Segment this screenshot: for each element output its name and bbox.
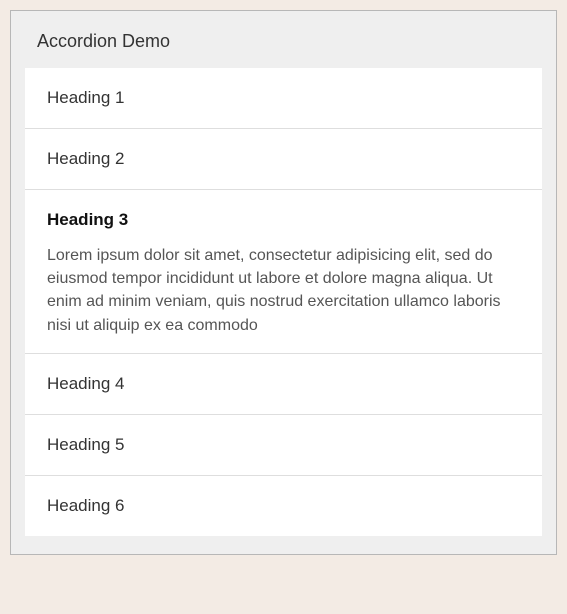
accordion: Heading 1 Heading 2 Heading 3 Lorem ipsu… — [25, 68, 542, 536]
accordion-item-2: Heading 2 — [25, 128, 542, 189]
demo-panel: Accordion Demo Heading 1 Heading 2 Headi… — [10, 10, 557, 555]
accordion-item-5: Heading 5 — [25, 414, 542, 475]
accordion-content-3: Lorem ipsum dolor sit amet, consectetur … — [25, 244, 542, 353]
accordion-item-1: Heading 1 — [25, 68, 542, 128]
accordion-header-2[interactable]: Heading 2 — [25, 129, 542, 189]
accordion-header-6[interactable]: Heading 6 — [25, 476, 542, 536]
panel-title: Accordion Demo — [25, 25, 542, 68]
accordion-item-3: Heading 3 Lorem ipsum dolor sit amet, co… — [25, 189, 542, 353]
accordion-header-1[interactable]: Heading 1 — [25, 68, 542, 128]
accordion-item-6: Heading 6 — [25, 475, 542, 536]
accordion-header-5[interactable]: Heading 5 — [25, 415, 542, 475]
accordion-header-4[interactable]: Heading 4 — [25, 354, 542, 414]
accordion-item-4: Heading 4 — [25, 353, 542, 414]
accordion-header-3[interactable]: Heading 3 — [25, 190, 542, 244]
